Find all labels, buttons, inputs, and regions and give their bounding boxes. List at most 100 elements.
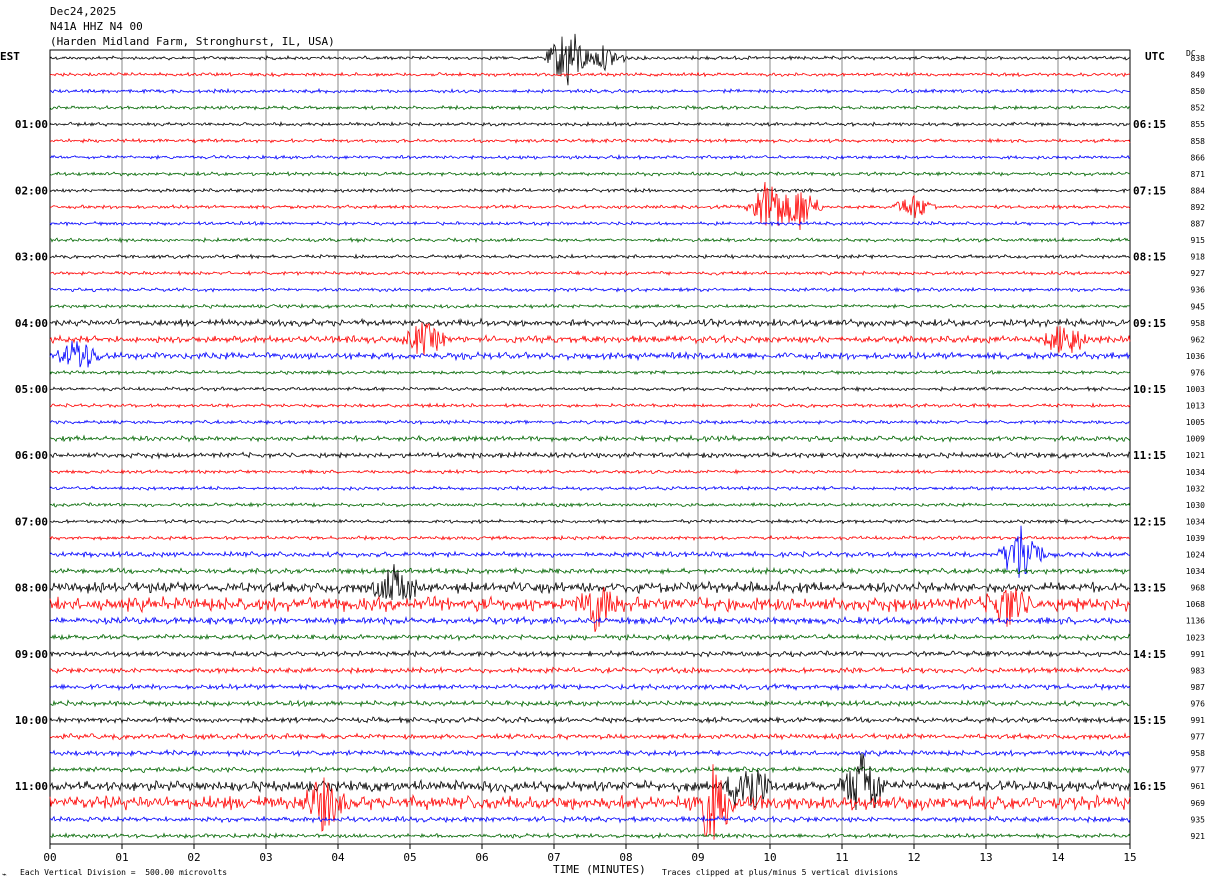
- dc-offset-value: 968: [1191, 584, 1206, 593]
- dc-offset-value: 1032: [1186, 484, 1205, 493]
- trace-line-29: [49, 534, 1131, 542]
- trace-line-34: [49, 615, 1131, 626]
- trace-line-16: [49, 317, 1131, 329]
- x-tick-label: 09: [691, 851, 704, 864]
- dc-offset-value: 1036: [1186, 352, 1205, 361]
- helicorder-plot: 00 01 02 03 04 05 06 07 08 09 10 11 12 13 14 15 01:0002…: [15, 33, 1206, 864]
- seismic-traces: [49, 33, 1131, 840]
- trace-line-11: [49, 236, 1130, 244]
- scale-note: Each Vertical Division = 500.00 microvol…: [20, 868, 228, 877]
- x-axis-label: TIME (MINUTES): [553, 863, 646, 876]
- trace-line-1: [49, 71, 1131, 78]
- right-hour-label: 06:15: [1133, 118, 1166, 131]
- dc-offset-value: 969: [1191, 799, 1206, 808]
- trace-line-47: [49, 832, 1131, 840]
- left-hour-label: 04:00: [15, 317, 48, 330]
- dc-offset-value: 1136: [1186, 617, 1205, 626]
- dc-offset-value: 849: [1191, 71, 1206, 80]
- dc-offset-value: 977: [1191, 733, 1206, 742]
- trace-line-15: [49, 303, 1131, 310]
- right-hour-labels: 06:15 07:15 08:15 09:15 10:15 11:15 12:15 13:15…: [1133, 118, 1166, 793]
- trace-line-26: [49, 485, 1131, 492]
- dc-offset-value: 1030: [1186, 501, 1205, 510]
- dc-offset-value: 987: [1191, 683, 1206, 692]
- left-hour-labels: 01:00 02:00 03:00 04:00 05:00 06:00 07:00 08:00…: [15, 118, 48, 793]
- x-tick-label: 06: [475, 851, 488, 864]
- right-hour-label: 10:15: [1133, 383, 1166, 396]
- right-hour-label: 08:15: [1133, 251, 1166, 264]
- dc-offset-value: 892: [1191, 203, 1206, 212]
- left-hour-label: 01:00: [15, 118, 48, 131]
- left-hour-label: 03:00: [15, 251, 48, 264]
- trace-line-3: [49, 104, 1131, 111]
- dc-offset-value: 1034: [1186, 567, 1205, 576]
- trace-line-21: [49, 402, 1131, 409]
- dc-offset-value: 1039: [1186, 534, 1205, 543]
- dc-offset-value: 1034: [1186, 468, 1205, 477]
- x-tick-label: 15: [1123, 851, 1136, 864]
- trace-line-42: [49, 748, 1131, 758]
- dc-offset-value: 884: [1191, 186, 1206, 195]
- dc-offset-value: 918: [1191, 253, 1206, 262]
- trace-line-27: [49, 501, 1131, 508]
- trace-line-4: [49, 120, 1130, 128]
- trace-line-20: [50, 385, 1131, 393]
- x-tick-label: 05: [403, 851, 416, 864]
- dc-offset-value: 977: [1191, 766, 1206, 775]
- dc-offset-value: 935: [1191, 815, 1206, 824]
- trace-line-6: [49, 153, 1131, 161]
- minute-grid: [49, 49, 1131, 845]
- x-tick-label: 12: [907, 851, 920, 864]
- trace-line-19: [49, 369, 1131, 376]
- dc-offset-value: 958: [1191, 319, 1206, 328]
- x-tick-label: 10: [763, 851, 776, 864]
- dc-offset-value: 945: [1191, 302, 1206, 311]
- chart-date: Dec24,2025: [50, 5, 117, 18]
- trace-line-46: [49, 814, 1131, 824]
- station-code: N41A HHZ N4 00: [50, 20, 143, 33]
- dc-offset-value: 976: [1191, 368, 1206, 377]
- right-timezone-label: UTC: [1145, 50, 1165, 63]
- dc-offset-value: 1023: [1186, 633, 1205, 642]
- dc-offset-value: 887: [1191, 220, 1206, 229]
- right-hour-label: 13:15: [1133, 582, 1166, 595]
- trace-line-22: [49, 419, 1131, 426]
- x-tick-label: 11: [835, 851, 848, 864]
- clip-note: Traces clipped at plus/minus 5 vertical …: [662, 868, 899, 877]
- trace-line-17: [49, 322, 1131, 356]
- left-timezone-label: EST: [0, 50, 20, 63]
- trace-line-13: [49, 270, 1131, 277]
- trace-line-12: [49, 253, 1131, 260]
- trace-line-37: [49, 665, 1131, 675]
- left-hour-label: 05:00: [15, 383, 48, 396]
- x-tick-label: 13: [979, 851, 992, 864]
- dc-offset-value: 991: [1191, 650, 1206, 659]
- trace-line-39: [50, 699, 1131, 708]
- dc-offset-value: 961: [1191, 782, 1206, 791]
- left-hour-label: 11:00: [15, 780, 48, 793]
- dc-offset-value: 1034: [1186, 517, 1205, 526]
- trace-line-28: [49, 518, 1131, 525]
- x-tick-label: 00: [43, 851, 56, 864]
- trace-line-24: [49, 450, 1131, 460]
- trace-line-7: [49, 170, 1131, 178]
- trace-line-41: [49, 732, 1131, 741]
- dc-offset-value: 936: [1191, 286, 1206, 295]
- dc-offset-value: 962: [1191, 335, 1206, 344]
- dc-offset-value: 855: [1191, 120, 1206, 129]
- right-hour-label: 09:15: [1133, 317, 1166, 330]
- dc-offset-value: 915: [1191, 236, 1206, 245]
- dc-offset-value: 1068: [1186, 600, 1205, 609]
- dc-offset-value: 866: [1191, 153, 1206, 162]
- right-hour-label: 15:15: [1133, 714, 1166, 727]
- trace-line-36: [49, 649, 1131, 658]
- trace-line-35: [49, 633, 1131, 642]
- dc-offset-value: 1024: [1186, 551, 1205, 560]
- trace-line-5: [49, 137, 1131, 144]
- trace-line-14: [49, 286, 1131, 293]
- dc-offset-value: 976: [1191, 699, 1206, 708]
- dc-offset-value: 852: [1191, 104, 1206, 113]
- dc-offset-value: 858: [1191, 137, 1206, 146]
- dc-offset-value: 871: [1191, 170, 1206, 179]
- trace-line-18: [49, 340, 1131, 368]
